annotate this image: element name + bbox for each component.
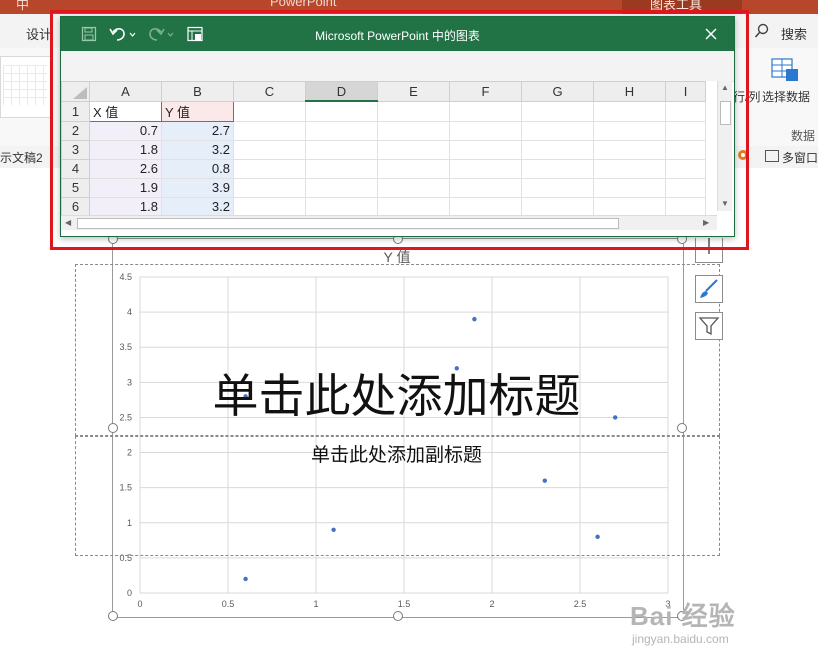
watermark-main-text: Bai 经验 bbox=[630, 601, 736, 631]
multi-window-button[interactable]: 多窗口 bbox=[782, 149, 818, 166]
data-point[interactable] bbox=[243, 576, 248, 582]
data-group-label: 数据 bbox=[791, 129, 816, 143]
chart-styles-button[interactable] bbox=[695, 275, 723, 303]
multi-window-icon[interactable] bbox=[765, 150, 779, 162]
x-tick-label: 2 bbox=[489, 599, 494, 609]
app-title: PowerPoint bbox=[270, 0, 337, 9]
chart-filters-button[interactable] bbox=[695, 312, 723, 340]
search-label[interactable]: 搜索 bbox=[781, 24, 807, 43]
ribbon-glyph: 中 bbox=[16, 0, 30, 12]
subtitle-placeholder-text[interactable]: 单击此处添加副标题 bbox=[75, 440, 718, 467]
watermark-sub-text: jingyan.baidu.com bbox=[632, 632, 729, 646]
title-placeholder-text[interactable]: 单击此处添加标题 bbox=[75, 366, 718, 426]
brush-icon bbox=[696, 279, 722, 306]
red-highlight-box bbox=[50, 10, 749, 250]
filter-icon bbox=[696, 317, 722, 343]
slide-thumbnail[interactable] bbox=[0, 56, 52, 118]
y-tick-label: 0 bbox=[127, 588, 132, 598]
tab-design[interactable]: 设计 bbox=[26, 24, 52, 43]
thumbnail-grid bbox=[3, 65, 47, 105]
x-tick-label: 2.5 bbox=[574, 599, 587, 609]
x-tick-label: 1 bbox=[313, 599, 318, 609]
select-data-icon[interactable] bbox=[770, 56, 800, 84]
x-tick-label: 1.5 bbox=[398, 599, 411, 609]
x-tick-label: 0.5 bbox=[222, 599, 235, 609]
select-data-button[interactable]: 选择数据 bbox=[762, 88, 810, 105]
document-tab[interactable]: 示文稿2 bbox=[0, 149, 43, 166]
search-icon[interactable] bbox=[754, 23, 770, 39]
baidu-jingyan-watermark: Bai 经验 jingyan.baidu.com bbox=[630, 596, 810, 656]
x-tick-label: 0 bbox=[137, 599, 142, 609]
